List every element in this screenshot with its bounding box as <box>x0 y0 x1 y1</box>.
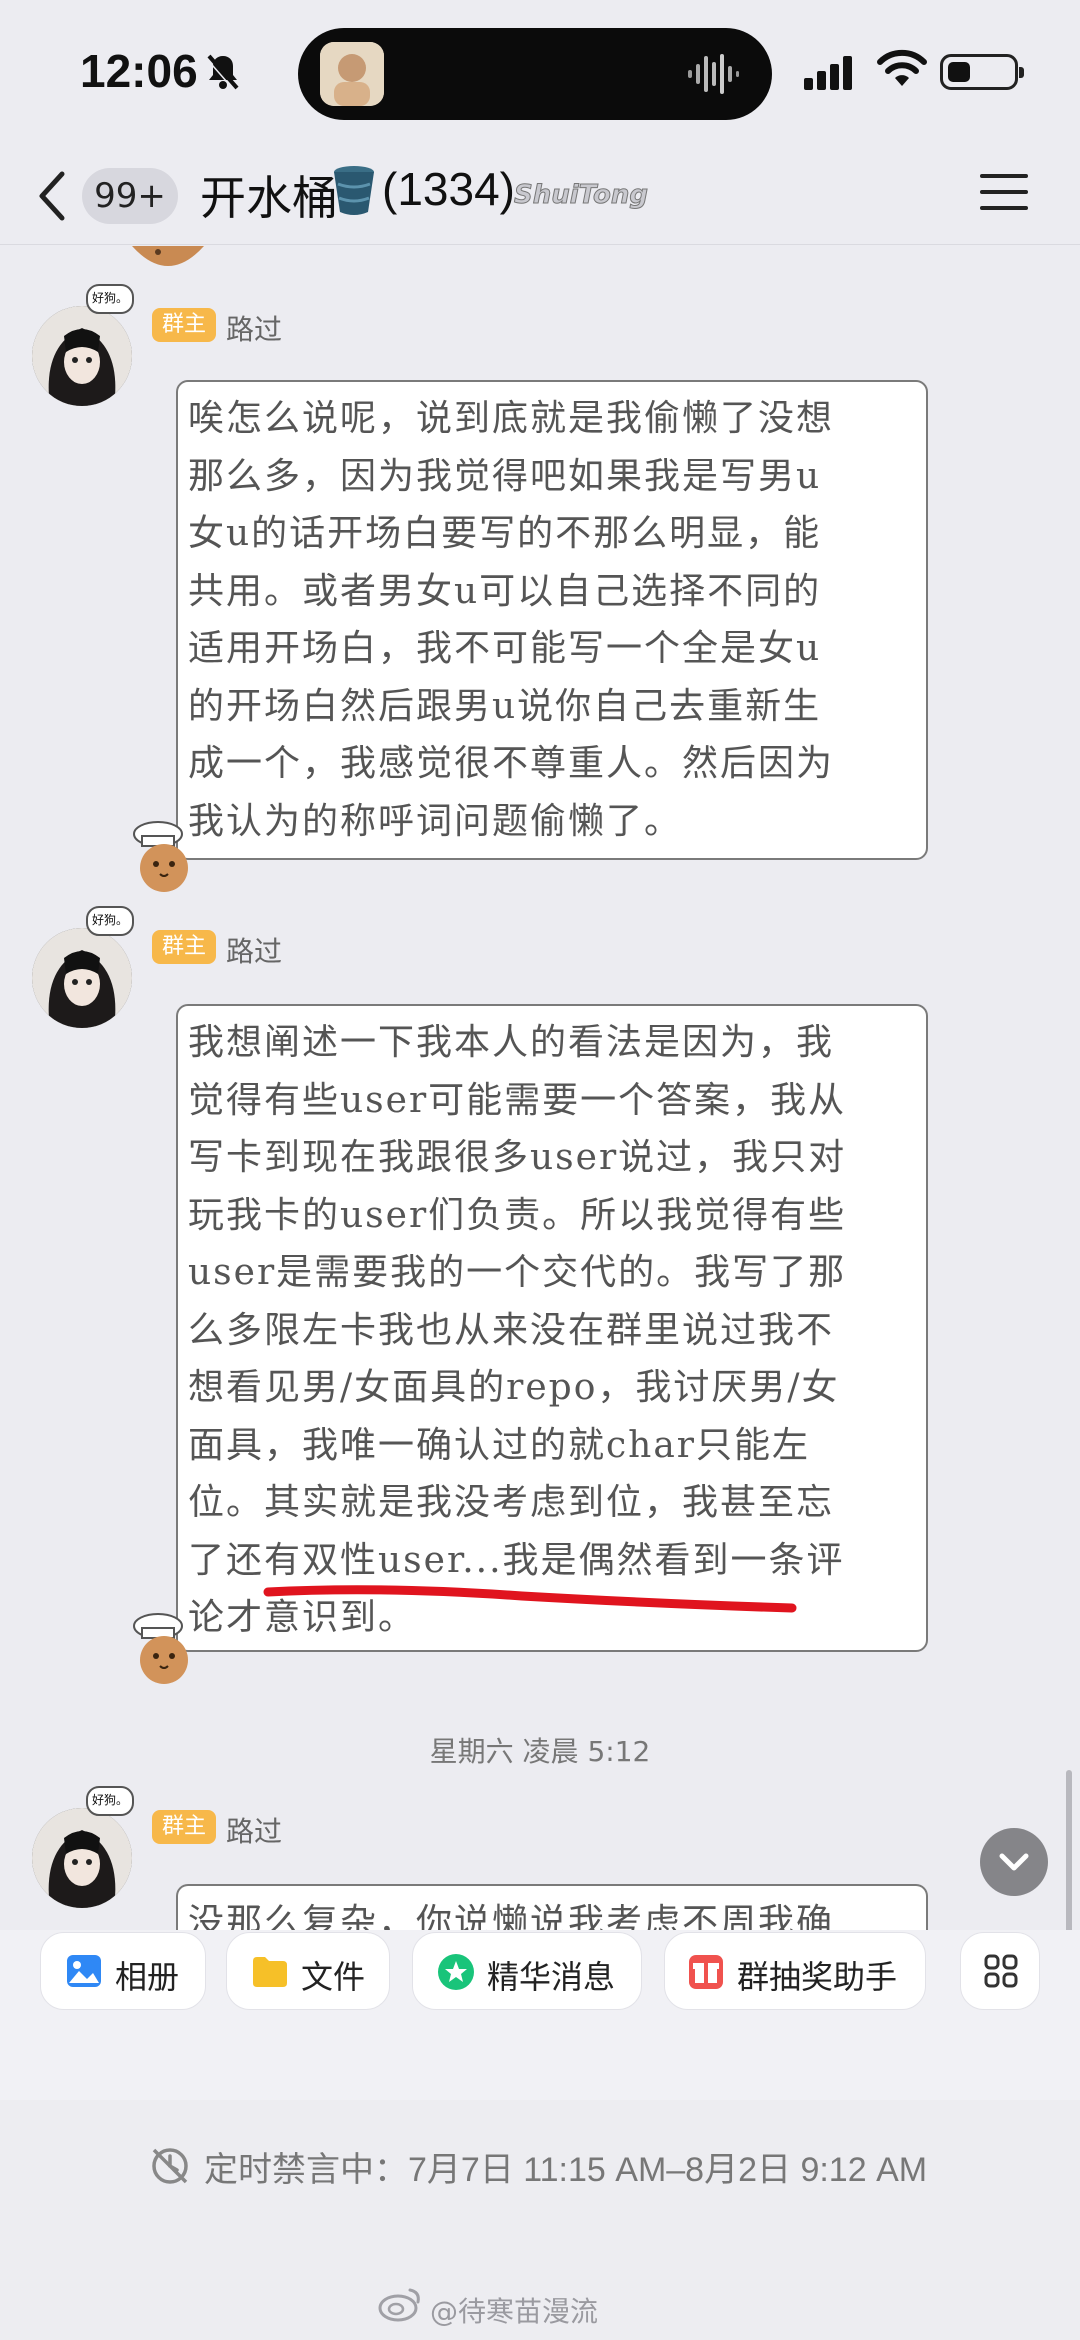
avatar-speech-tag: 好狗。 <box>86 1786 134 1816</box>
battery-icon <box>940 54 1024 90</box>
photo-icon <box>67 1955 101 1987</box>
header-divider <box>0 244 1080 245</box>
message-bubble[interactable]: 唉怎么说呢，说到底就是我偷懒了没想 那么多，因为我觉得吧如果我是写男u 女u的话… <box>176 380 928 860</box>
message-line: 的开场白然后跟男u说你自己去重新生 <box>188 685 822 727</box>
chef-cat-sticker-icon <box>133 821 188 892</box>
bucket-icon <box>334 166 374 215</box>
shortcut-lottery-assistant[interactable]: 群抽奖助手 <box>664 1932 926 2010</box>
unread-count-badge[interactable]: 99+ <box>82 168 178 224</box>
message-line: 觉得有些user可能需要一个答案，我从 <box>188 1079 847 1121</box>
sender-name[interactable]: 路过 <box>226 308 282 348</box>
back-chevron-icon[interactable] <box>34 168 70 224</box>
menu-icon[interactable] <box>980 172 1028 212</box>
shortcut-label: 文件 <box>301 1959 366 1995</box>
chef-cat-sticker-icon <box>133 1613 188 1684</box>
message-line: 共用。或者男女u可以自己选择不同的 <box>188 570 822 612</box>
star-icon <box>438 1954 474 1990</box>
message-bubble[interactable]: 我想阐述一下我本人的看法是因为，我 觉得有些user可能需要一个答案，我从 写卡… <box>176 1004 928 1652</box>
owner-role-badge: 群主 <box>152 308 217 342</box>
shortcut-label: 精华消息 <box>487 1959 616 1995</box>
shortcut-files[interactable]: 文件 <box>226 1932 390 2010</box>
scrollbar[interactable] <box>1066 1770 1072 1950</box>
message-line: 想看见男/女面具的repo，我讨厌男/女 <box>188 1367 840 1408</box>
watermark: @待寒苗漫流 <box>378 2288 599 2330</box>
message-line: 玩我卡的user们负责。所以我觉得有些 <box>188 1194 847 1236</box>
shortcut-label: 群抽奖助手 <box>737 1959 898 1995</box>
avatar[interactable] <box>32 928 132 1028</box>
message-line: 成一个，我感觉很不尊重人。然后因为 <box>188 743 835 784</box>
message-line: 适用开场白，我不可能写一个全是女u <box>188 628 822 669</box>
avatar-speech-tag: 好狗。 <box>86 906 134 936</box>
group-tag-logo: ShuiTong <box>513 180 649 211</box>
message-line: 我认为的称呼词问题偷懒了。 <box>188 800 683 842</box>
sender-name[interactable]: 路过 <box>226 930 282 970</box>
message-line: 唉怎么说呢，说到底就是我偷懒了没想 <box>188 398 835 439</box>
message-line: 面具，我唯一确认过的就char只能左 <box>188 1424 811 1466</box>
wifi-icon <box>877 49 927 86</box>
chevron-down-icon <box>999 1853 1029 1871</box>
mute-notice-text: 定时禁言中：7月7日 11:15 AM–8月2日 9:12 AM <box>204 2151 928 2189</box>
message-line: 我想阐述一下我本人的看法是因为，我 <box>188 1022 835 1063</box>
status-bar: 12:06 <box>0 0 1080 150</box>
jump-to-latest-button[interactable] <box>980 1828 1048 1896</box>
watermark-text: @待寒苗漫流 <box>430 2295 599 2328</box>
message-line: 位。其实就是我没考虑到位，我甚至忘 <box>188 1482 835 1523</box>
group-name[interactable]: 开水桶 <box>200 162 338 228</box>
red-underline-annotation <box>263 1585 797 1613</box>
avatar-speech-tag: 好狗。 <box>86 284 134 314</box>
chat-header: 99+ 开水桶 (1334) ShuiTong <box>0 140 1080 246</box>
chef-cat-sticker-icon <box>132 246 204 266</box>
now-playing-thumbnail <box>320 42 384 106</box>
dynamic-island[interactable] <box>298 28 772 120</box>
shortcut-label: 相册 <box>115 1959 180 1995</box>
message-line: 那么多，因为我觉得吧如果我是写男u <box>188 455 822 497</box>
timer-mute-icon <box>152 2148 188 2184</box>
cellular-signal-icon <box>804 56 852 90</box>
message-timestamp: 星期六 凌晨 5:12 <box>429 1735 651 1768</box>
shortcut-bar: 相册 文件 精华消息 群抽奖助手 <box>0 1930 1080 2100</box>
grid-icon <box>984 1954 1018 1988</box>
shortcut-essence-messages[interactable]: 精华消息 <box>412 1932 642 2010</box>
sender-name[interactable]: 路过 <box>226 1810 282 1850</box>
folder-icon <box>253 1957 287 1987</box>
message-line: user是需要我的一个交代的。我写了那 <box>188 1252 847 1293</box>
avatar[interactable] <box>32 1808 132 1908</box>
gift-icon <box>689 1955 723 1989</box>
bell-muted-icon <box>205 54 239 91</box>
owner-role-badge: 群主 <box>152 930 217 964</box>
shortcut-photos[interactable]: 相册 <box>40 1932 206 2010</box>
message-line: 么多限左卡我也从来没在群里说过我不 <box>188 1309 835 1351</box>
message-line: 女u的话开场白要写的不那么明显，能 <box>188 513 822 554</box>
avatar[interactable] <box>32 306 132 406</box>
message-line: 写卡到现在我跟很多user说过，我只对 <box>188 1137 847 1178</box>
owner-role-badge: 群主 <box>152 1810 217 1844</box>
audio-wave-icon <box>688 54 739 94</box>
member-count: (1334) <box>382 163 515 215</box>
status-time: 12:06 <box>80 45 198 97</box>
weibo-icon <box>378 2288 420 2322</box>
shortcut-more[interactable] <box>960 1932 1040 2010</box>
bottom-area: 定时禁言中：7月7日 11:15 AM–8月2日 9:12 AM @待寒苗漫流 <box>0 2100 1080 2340</box>
